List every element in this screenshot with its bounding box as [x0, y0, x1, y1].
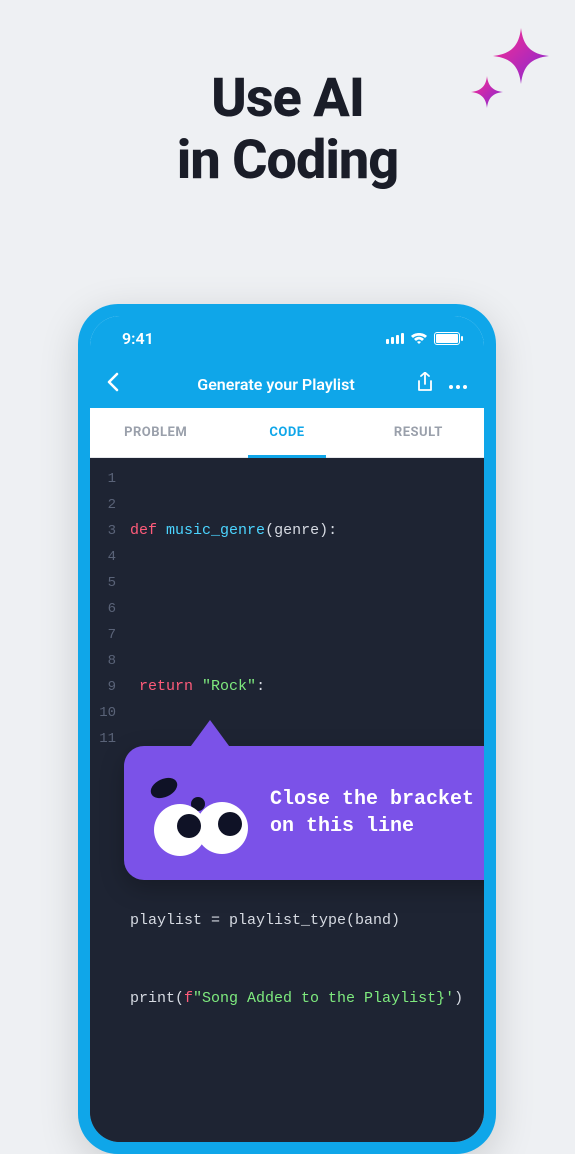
share-button[interactable]	[416, 372, 434, 396]
code-line-1: def music_genre(genre):	[130, 518, 480, 544]
battery-icon	[434, 332, 460, 345]
phone-screen: 9:41 Generate your Playlist	[90, 316, 484, 1142]
status-icons	[386, 331, 460, 345]
nav-title: Generate your Playlist	[136, 375, 416, 394]
tab-bar: PROBLEM CODE RESULT	[90, 408, 484, 458]
ai-hint-tooltip: Close the bracket on this line	[124, 746, 484, 880]
code-line-7: print(f"Song Added to the Playlist}')	[130, 986, 480, 1012]
mascot-icon	[142, 768, 252, 858]
line-gutter: 1 2 3 4 5 6 7 8 9 10 11	[90, 458, 124, 1142]
sparkle-icon	[463, 22, 553, 122]
tab-result[interactable]: RESULT	[353, 408, 484, 457]
code-line-6: playlist = playlist_type(band)	[130, 908, 480, 934]
code-line-2	[130, 596, 480, 622]
share-icon	[416, 372, 434, 392]
more-icon	[448, 384, 468, 390]
hero-line-2: in Coding	[0, 130, 575, 192]
phone-frame: 9:41 Generate your Playlist	[78, 304, 496, 1154]
code-line-8	[130, 1064, 480, 1090]
status-time: 9:41	[122, 329, 154, 348]
code-line-3: return "Rock":	[130, 674, 480, 700]
tab-code[interactable]: CODE	[221, 408, 352, 457]
status-bar: 9:41	[90, 316, 484, 360]
ai-hint-text: Close the bracket on this line	[270, 786, 484, 840]
wifi-icon	[410, 331, 428, 345]
code-editor[interactable]: 1 2 3 4 5 6 7 8 9 10 11 def music_genre(…	[90, 458, 484, 1142]
nav-bar: Generate your Playlist	[90, 360, 484, 408]
more-button[interactable]	[448, 375, 468, 394]
chevron-left-icon	[106, 372, 120, 392]
back-button[interactable]	[106, 370, 136, 398]
signal-icon	[386, 333, 404, 344]
tab-problem[interactable]: PROBLEM	[90, 408, 221, 457]
